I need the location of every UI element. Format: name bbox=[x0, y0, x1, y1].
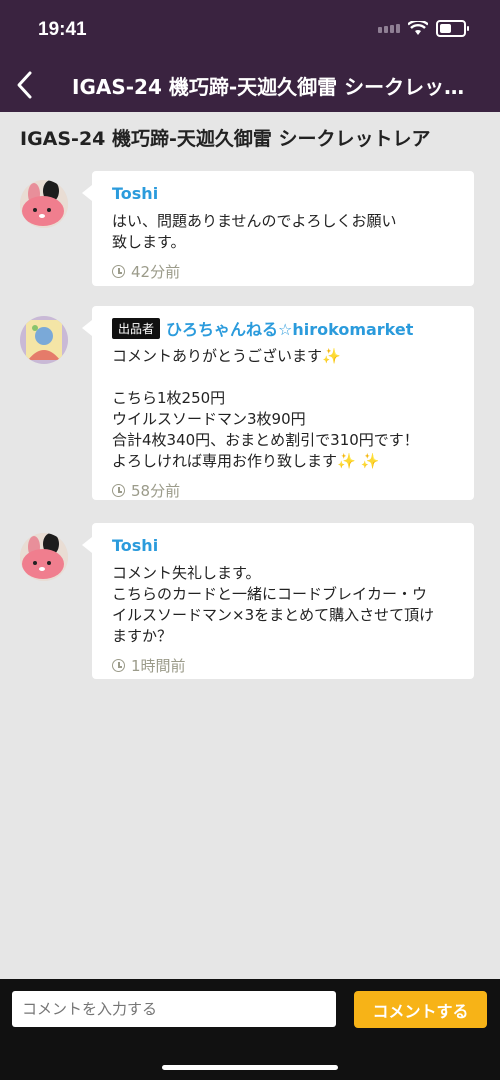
nav-title: IGAS-24 機巧蹄-天迦久御雷 シークレットレ… bbox=[72, 75, 482, 99]
app-header: 19:41 IGAS-24 機巧蹄-天迦久御雷 シークレットレ… bbox=[0, 0, 500, 112]
comment-time: 58分前 bbox=[131, 482, 181, 500]
seller-badge: 出品者 bbox=[112, 317, 161, 339]
battery-icon bbox=[436, 20, 469, 37]
comment-card: Toshi はい、問題ありませんのでよろしくお願い 致します。 42分前 bbox=[82, 171, 474, 286]
avatar[interactable] bbox=[20, 316, 68, 364]
status-icons bbox=[378, 20, 469, 37]
comment-time: 1時間前 bbox=[131, 657, 186, 675]
avatar[interactable] bbox=[20, 180, 68, 228]
signal-icon bbox=[378, 24, 400, 33]
status-time: 19:41 bbox=[38, 19, 87, 40]
comment-input[interactable] bbox=[12, 991, 336, 1027]
comment-author[interactable]: ひろちゃんねる☆hirokomarket bbox=[166, 316, 413, 340]
clock-icon bbox=[112, 484, 125, 497]
comment-text: コメント失礼します。 こちらのカードと一緒にコードブレイカー・ウ イルスソードマ… bbox=[112, 564, 435, 645]
comment-text: はい、問題ありませんのでよろしくお願い 致します。 bbox=[112, 212, 397, 251]
avatar[interactable] bbox=[20, 533, 68, 581]
comment-author[interactable]: Toshi bbox=[112, 184, 158, 203]
back-arrow-icon[interactable] bbox=[10, 67, 40, 103]
clock-icon bbox=[112, 659, 125, 672]
comment-author[interactable]: Toshi bbox=[112, 536, 158, 555]
comment-card: 出品者 ひろちゃんねる☆hirokomarket コメントありがとうございます✨… bbox=[82, 306, 474, 500]
comment-card: Toshi コメント失礼します。 こちらのカードと一緒にコードブレイカー・ウ イ… bbox=[82, 523, 474, 679]
comment-text: コメントありがとうございます✨ こちら1枚250円 ウイルスソードマン3枚90円… bbox=[112, 347, 419, 470]
comment-time: 42分前 bbox=[131, 263, 181, 281]
wifi-icon bbox=[408, 21, 428, 35]
comment-submit-button[interactable]: コメントする bbox=[354, 991, 487, 1028]
clock-icon bbox=[112, 265, 125, 278]
home-indicator bbox=[162, 1065, 338, 1070]
page-title: IGAS-24 機巧蹄-天迦久御雷 シークレットレア bbox=[20, 128, 431, 150]
